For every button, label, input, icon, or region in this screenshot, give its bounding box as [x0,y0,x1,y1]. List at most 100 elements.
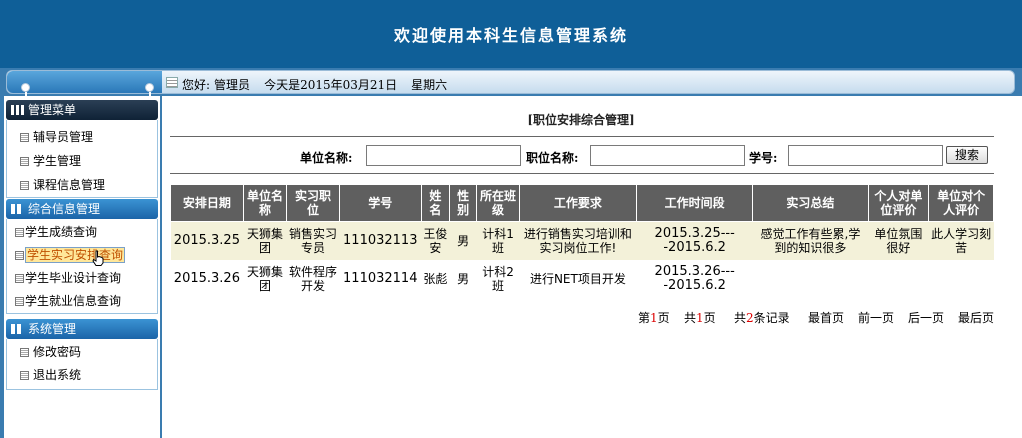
table-cell: 天狮集团 [243,259,287,298]
menu-bars-icon [11,204,21,214]
column-header: 学号 [338,184,422,222]
greeting-label: 您好: [182,78,211,92]
menu-header-system[interactable]: 系统管理 [6,319,158,339]
position-name-input[interactable] [590,145,745,166]
column-header: 单位名称 [242,184,288,222]
table-cell: 2015.3.25----2015.6.2 [636,221,753,260]
table-cell: 软件程序开发 [286,259,340,298]
menu-header-label: 综合信息管理 [28,202,101,216]
current-weekday: 星期六 [411,78,448,92]
hand-cursor-icon [92,250,104,266]
menu-header-label: 系统管理 [28,322,77,336]
current-user: 管理员 [214,78,251,92]
sidebar-item-counselor[interactable]: 辅导员管理 [20,128,93,146]
sidebar-edge [0,96,4,438]
info-bar-panel: 您好: 管理员 今天是2015年03月21日 星期六 [6,70,1015,98]
table-header-row: 安排日期 单位名称 实习职位 学号 姓名 性别 所在班级 工作要求 工作时间段 … [170,184,994,222]
first-page-link[interactable]: 最首页 [808,309,844,326]
pin-icon [145,83,154,98]
sidebar-item-logout[interactable]: 退出系统 [20,366,81,384]
table-cell: 111032114 [339,259,422,298]
unit-label: 单位名称: [300,151,353,165]
pin-icon [21,83,30,98]
page-title: [职位安排综合管理] [527,113,635,127]
table-cell: 计科2班 [476,259,520,298]
position-label: 职位名称: [526,151,579,165]
sidebar-item-student[interactable]: 学生管理 [20,152,81,170]
table-row[interactable]: 2015.3.26 天狮集团 软件程序开发 111032114 张彪 男 计科2… [170,259,994,298]
document-icon [20,371,29,380]
table-cell: 张彪 [421,259,450,298]
greeting-text: 您好: 管理员 今天是2015年03月21日 星期六 [182,76,451,93]
table-cell: 2015.3.26----2015.6.2 [636,259,753,298]
menu-header-integrated[interactable]: 综合信息管理 [6,199,158,219]
table-cell: 王俊安 [421,221,450,260]
document-icon [15,228,24,237]
app-title: 欢迎使用本科生信息管理系统 [393,26,628,45]
table-cell: 销售实习专员 [286,221,340,260]
sidebar-item-internship[interactable]: 学生实习安排查询 [15,246,126,264]
student-id-label: 学号: [749,151,778,165]
table-row[interactable]: 2015.3.25 天狮集团 销售实习专员 111032113 王俊安 男 计科… [170,221,994,260]
menu-header-label: 管理菜单 [28,103,77,117]
menu-bars-icon [11,324,21,334]
table-cell [752,259,869,298]
placement-table: 安排日期 单位名称 实习职位 学号 姓名 性别 所在班级 工作要求 工作时间段 … [170,184,994,298]
column-header: 个人对单位评价 [867,184,930,222]
app-header: 欢迎使用本科生信息管理系统 [0,0,1022,68]
table-cell: 2015.3.25 [170,221,244,260]
sidebar-item-course[interactable]: 课程信息管理 [20,176,105,194]
table-cell [928,259,994,298]
record-count: 共2条记录 [734,311,790,325]
total-pages: 共1页 [684,311,716,325]
document-icon [20,133,29,142]
document-icon [15,274,24,283]
menu-grid-icon [11,105,24,115]
menu-header-manage[interactable]: 管理菜单 [6,100,158,120]
sidebar-item-employment[interactable]: 学生就业信息查询 [15,292,121,310]
user-icon [166,77,178,88]
document-icon [15,251,24,260]
column-header: 实习职位 [286,184,340,222]
next-page-link[interactable]: 后一页 [908,309,944,326]
column-header: 性别 [448,184,478,222]
search-form: 单位名称: 职位名称: 学号: 搜索 [164,145,998,167]
info-bar-left-cap [7,71,162,98]
sidebar-item-grades[interactable]: 学生成绩查询 [15,223,97,241]
current-date: 今天是2015年03月21日 [264,78,398,92]
info-bar: 您好: 管理员 今天是2015年03月21日 星期六 [0,68,1022,98]
document-icon [20,181,29,190]
table-cell: 感觉工作有些累,学到的知识很多 [752,221,869,260]
document-icon [20,348,29,357]
table-cell: 天狮集团 [243,221,287,260]
pagination: 第1页 共1页 共2条记录 最首页 前一页 后一页 最后页 [164,309,994,325]
sidebar-item-change-password[interactable]: 修改密码 [20,343,81,361]
document-icon [20,157,29,166]
search-button[interactable]: 搜索 [946,146,988,164]
column-header: 工作要求 [518,184,638,222]
table-cell: 计科1班 [476,221,520,260]
table-cell: 男 [449,221,477,260]
main-content: [职位安排综合管理] 单位名称: 职位名称: 学号: 搜索 安排日期 单位名称 … [164,96,1022,438]
column-header: 姓名 [420,184,451,222]
column-header: 安排日期 [170,184,244,222]
divider [170,136,994,137]
sidebar-item-thesis[interactable]: 学生毕业设计查询 [15,269,121,287]
column-header: 实习总结 [752,184,869,222]
page-indicator: 第1页 [638,311,670,325]
table-cell: 男 [449,259,477,298]
table-cell: 111032113 [339,221,422,260]
column-header: 所在班级 [476,184,520,222]
table-cell [868,259,929,298]
student-id-input[interactable] [788,145,943,166]
column-header: 单位对个人评价 [928,184,994,222]
table-cell: 此人学习刻苦 [928,221,994,260]
divider [170,173,994,174]
unit-name-input[interactable] [366,145,521,166]
document-icon [15,297,24,306]
prev-page-link[interactable]: 前一页 [858,309,894,326]
table-cell: 单位氛围很好 [868,221,929,260]
column-header: 工作时间段 [636,184,754,222]
last-page-link[interactable]: 最后页 [958,309,994,326]
table-cell: 进行NET项目开发 [519,259,637,298]
